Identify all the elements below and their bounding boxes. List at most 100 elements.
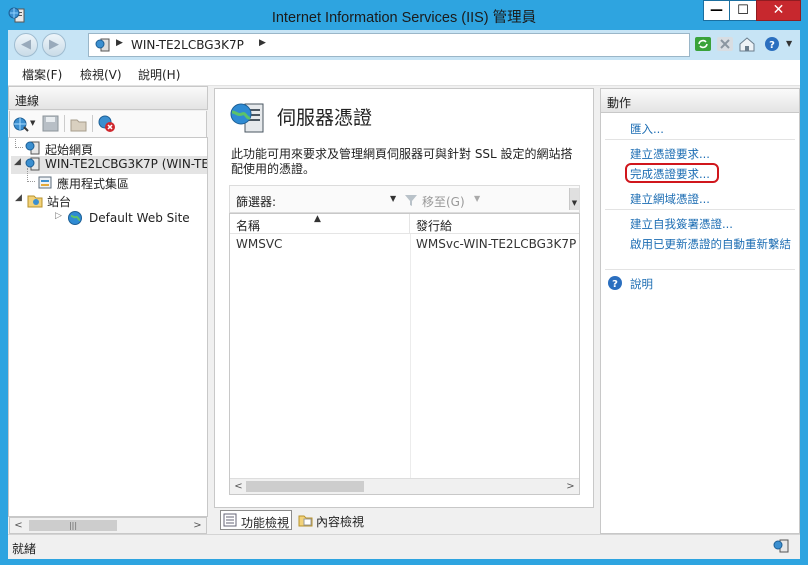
menu-bar: 檔案(F) 檢視(V) 說明(H) <box>8 60 800 86</box>
app-pool-icon <box>38 176 52 189</box>
tree-connector <box>27 168 35 182</box>
tree-item-label: 站台 <box>47 195 72 209</box>
server-icon <box>95 38 110 52</box>
cell-name: WMSVC <box>236 237 283 251</box>
scroll-left-arrow[interactable]: < <box>10 518 27 533</box>
menu-help[interactable]: 說明(H) <box>138 66 180 83</box>
up-folder-icon[interactable] <box>70 115 87 132</box>
svg-text:?: ? <box>612 279 618 290</box>
content-area: 連線 ▼ 起始網頁 ◢ WIN-TE2LCBG3K7P (WIN-TE 應用程式… <box>8 86 800 534</box>
column-header-name[interactable]: 名稱 ▲ <box>230 214 410 234</box>
iis-manager-window: Internet Information Services (IIS) 管理員 … <box>0 0 808 565</box>
expander-icon[interactable]: ◢ <box>14 157 21 167</box>
filter-label: 篩選器: <box>236 195 277 209</box>
tree-item-label: Default Web Site <box>89 211 190 225</box>
certificates-list: 名稱 ▲ 發行給 WMSVC WMSvc-WIN-TE2LCBG3K7P < > <box>229 213 580 495</box>
feature-pane: 伺服器憑證 此功能可用來要求及管理網頁伺服器可與針對 SSL 設定的網站搭配使用… <box>214 88 594 508</box>
tree-horizontal-scrollbar[interactable]: < ||| > <box>9 517 207 534</box>
content-view-icon <box>298 515 313 527</box>
help-icon: ? <box>608 276 622 290</box>
chevron-down-icon[interactable]: ▼ <box>474 194 480 203</box>
chevron-down-icon[interactable]: ▼ <box>786 39 792 48</box>
list-horizontal-scrollbar[interactable]: < > <box>230 478 579 494</box>
close-button[interactable]: ✕ <box>756 0 801 21</box>
svg-text:?: ? <box>769 40 775 51</box>
connect-icon[interactable] <box>12 115 30 133</box>
action-create-self-signed-certificate[interactable]: 建立自我簽署憑證... <box>630 216 733 232</box>
window-title: Internet Information Services (IIS) 管理員 <box>271 10 537 26</box>
help-dropdown-icon[interactable]: ? <box>764 35 782 53</box>
tab-features-view[interactable]: 功能檢視 <box>220 510 292 530</box>
scroll-right-arrow[interactable]: > <box>189 518 206 533</box>
cell-issued-to: WMSvc-WIN-TE2LCBG3K7P <box>416 237 577 251</box>
globe-icon <box>68 211 82 225</box>
home-icon[interactable] <box>738 35 756 53</box>
scroll-left-arrow[interactable]: < <box>230 479 247 494</box>
actions-pane: 動作 匯入... 建立憑證要求... 完成憑證要求... 建立網域憑證... 建… <box>600 88 800 534</box>
connections-pane: 連線 ▼ 起始網頁 ◢ WIN-TE2LCBG3K7P (WIN-TE 應用程式… <box>8 86 208 534</box>
stop-icon[interactable] <box>716 35 734 53</box>
menu-file[interactable]: 檔案(F) <box>22 66 62 83</box>
breadcrumb-separator[interactable]: ▶ <box>259 38 266 48</box>
tree-item-label: WIN-TE2LCBG3K7P (WIN-TE <box>45 157 208 171</box>
status-text: 就緒 <box>12 542 37 556</box>
scroll-right-arrow[interactable]: > <box>562 479 579 494</box>
action-create-domain-certificate[interactable]: 建立網域憑證... <box>630 191 710 207</box>
refresh-icon[interactable] <box>694 35 712 53</box>
actions-divider <box>605 209 795 210</box>
minimize-button[interactable]: — <box>703 0 729 21</box>
forward-button[interactable]: ▶ <box>42 33 66 57</box>
breadcrumb-separator[interactable]: ▶ <box>116 38 123 48</box>
table-row[interactable]: WMSVC WMSvc-WIN-TE2LCBG3K7P <box>230 234 579 254</box>
sites-folder-icon <box>27 195 43 208</box>
tab-label: 內容檢視 <box>316 515 365 529</box>
action-import[interactable]: 匯入... <box>630 121 664 137</box>
filter-input[interactable] <box>282 190 400 208</box>
column-divider <box>410 234 411 478</box>
address-box[interactable]: ▶ WIN-TE2LCBG3K7P ▶ <box>88 33 690 57</box>
action-help[interactable]: 說明 <box>630 276 653 292</box>
disconnect-icon[interactable] <box>97 114 116 133</box>
features-view-icon <box>223 513 237 527</box>
home-server-icon <box>25 141 40 155</box>
maximize-button[interactable]: ☐ <box>729 0 756 21</box>
save-icon[interactable] <box>42 115 59 132</box>
status-bar: 就緒 <box>8 534 800 559</box>
filter-bar: 篩選器: ▼ 移至(G) ▼ ▼ <box>229 185 580 213</box>
scroll-thumb[interactable] <box>246 481 364 492</box>
actions-divider <box>605 139 795 140</box>
go-button[interactable]: 移至(G) <box>422 193 465 210</box>
chevron-down-icon[interactable]: ▼ <box>30 119 35 127</box>
tree-item-label: 應用程式集區 <box>57 177 130 191</box>
scroll-thumb[interactable]: ||| <box>29 520 117 531</box>
chevron-down-icon[interactable]: ▼ <box>390 194 396 203</box>
breadcrumb-server[interactable]: WIN-TE2LCBG3K7P <box>131 38 244 52</box>
actions-header: 動作 <box>601 89 799 113</box>
menu-view[interactable]: 檢視(V) <box>80 66 122 83</box>
tree-connector <box>15 138 23 148</box>
highlight-annotation <box>625 163 719 183</box>
action-create-certificate-request[interactable]: 建立憑證要求... <box>630 146 710 162</box>
address-bar: ◀ ▶ ▶ WIN-TE2LCBG3K7P ▶ ? ▼ <box>8 30 800 60</box>
tab-content-view[interactable]: 內容檢視 <box>296 510 376 530</box>
column-header-issued-to[interactable]: 發行給 <box>410 214 579 234</box>
tab-label: 功能檢視 <box>241 516 290 530</box>
expander-icon[interactable]: ◢ <box>15 193 22 203</box>
show-all-button[interactable]: ▼ <box>569 188 579 210</box>
filter-funnel-icon[interactable] <box>404 193 418 207</box>
action-complete-certificate-request[interactable]: 完成憑證要求... <box>625 163 719 183</box>
expander-icon[interactable]: ▷ <box>55 211 62 221</box>
connections-tree: 起始網頁 ◢ WIN-TE2LCBG3K7P (WIN-TE 應用程式集區 ◢ … <box>8 137 208 517</box>
connections-header: 連線 <box>8 86 208 110</box>
feature-description: 此功能可用來要求及管理網頁伺服器可與針對 SSL 設定的網站搭配使用的憑證。 <box>231 147 573 176</box>
view-tabs: 功能檢視 內容檢視 <box>220 510 600 532</box>
back-button[interactable]: ◀ <box>14 33 38 57</box>
tree-item-server[interactable]: ◢ WIN-TE2LCBG3K7P (WIN-TE <box>11 156 207 174</box>
network-status-icon <box>773 539 789 553</box>
action-enable-auto-rebind[interactable]: 啟用已更新憑證的自動重新繫結 <box>630 236 792 252</box>
feature-title: 伺服器憑證 <box>277 107 373 129</box>
toolbar-divider <box>92 115 93 132</box>
title-bar: Internet Information Services (IIS) 管理員 … <box>0 0 808 30</box>
toolbar-divider <box>64 115 65 132</box>
server-certificates-icon <box>230 103 264 133</box>
